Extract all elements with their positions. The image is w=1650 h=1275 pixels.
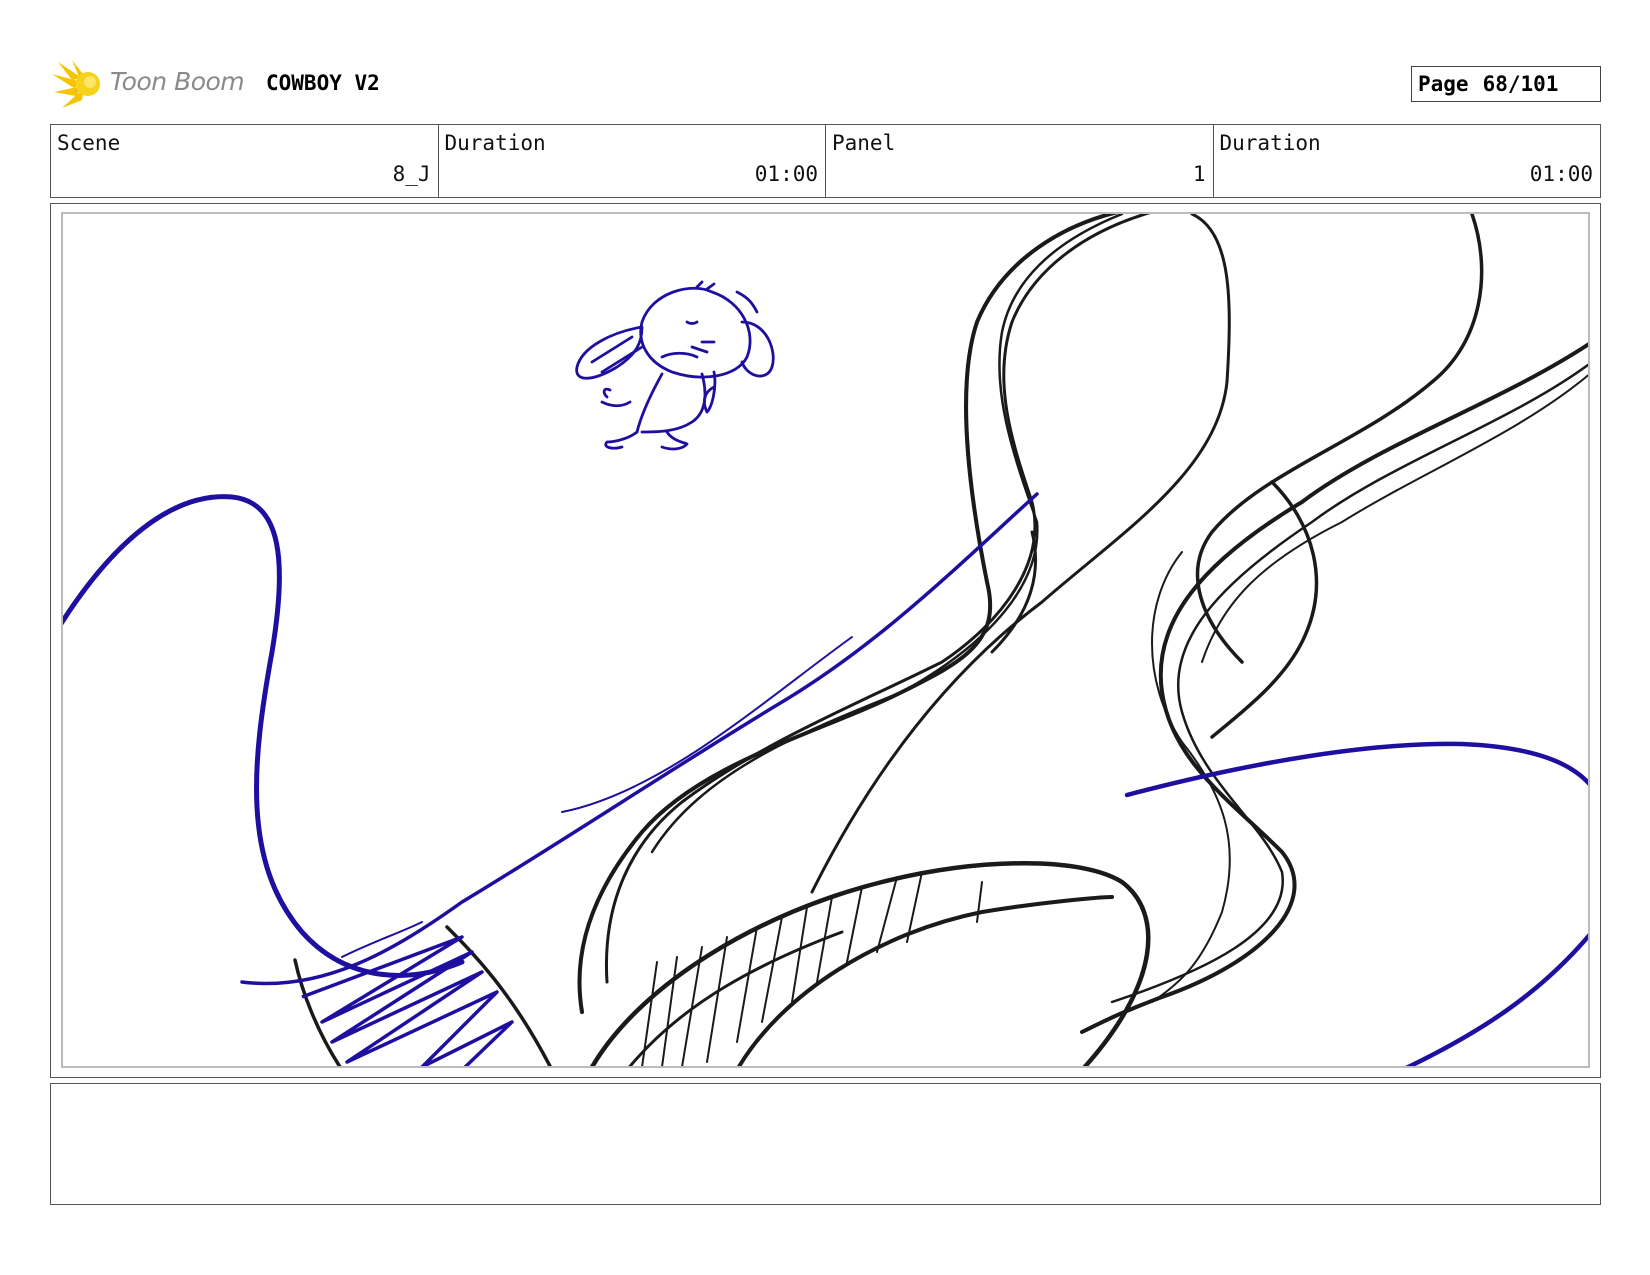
scene-value: 8_J — [392, 162, 431, 186]
sketch-stroke — [1201, 374, 1588, 663]
blue-stroke — [63, 494, 465, 978]
sketch-stroke — [737, 895, 1114, 1066]
logo-text: Toon Boom — [110, 67, 245, 96]
sketch-stroke — [650, 214, 1124, 854]
sketch-stroke — [1110, 363, 1588, 1004]
character-sketch — [575, 280, 775, 451]
panel-sketch — [63, 214, 1588, 1066]
scene-duration-value: 01:00 — [754, 162, 818, 186]
page-number: 68/101 — [1482, 72, 1559, 96]
sketch-stroke — [628, 930, 844, 1066]
blue-stroke — [240, 492, 1039, 986]
storyboard-panel-drawing — [61, 212, 1590, 1068]
panel-label: Panel — [832, 131, 896, 155]
panel-info-row: Scene 8_J Duration 01:00 Panel 1 Duratio… — [50, 124, 1601, 198]
sketch-stroke — [577, 214, 1119, 1014]
panel-duration-label: Duration — [1219, 131, 1321, 155]
project-title: COWBOY V2 — [266, 71, 380, 95]
panel-duration-cell: Duration 01:00 — [1214, 125, 1601, 197]
toon-boom-logo: Toon Boom — [52, 58, 252, 110]
blue-stroke — [1405, 933, 1588, 1066]
toon-boom-burst-icon — [52, 60, 100, 108]
scene-cell: Scene 8_J — [51, 125, 439, 197]
notes-box — [50, 1083, 1601, 1205]
page-label: Page — [1418, 72, 1469, 96]
scene-duration-label: Duration — [444, 131, 546, 155]
panel-duration-value: 01:00 — [1529, 162, 1593, 186]
page-indicator: Page 68/101 — [1411, 66, 1601, 102]
scene-label: Scene — [57, 131, 121, 155]
panel-value: 1 — [1192, 162, 1206, 186]
sketch-stroke — [810, 214, 1231, 894]
scene-duration-cell: Duration 01:00 — [439, 125, 826, 197]
panel-cell: Panel 1 — [826, 125, 1214, 197]
